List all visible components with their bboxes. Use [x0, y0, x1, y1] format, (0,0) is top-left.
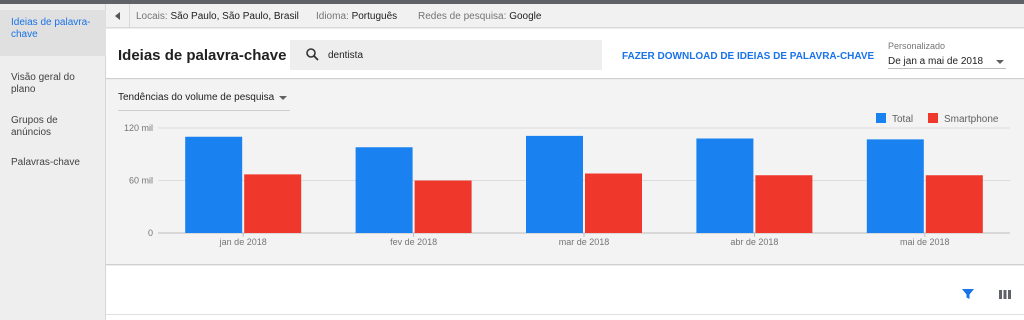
- x-tick-label: jan de 2018: [219, 237, 267, 247]
- bar-total: [866, 139, 924, 233]
- y-tick-label: 0: [148, 228, 153, 238]
- sidebar-item-keywords[interactable]: Palavras-chave: [0, 157, 106, 169]
- language-filter[interactable]: Idioma: Português: [316, 11, 397, 22]
- columns-icon: [999, 290, 1011, 299]
- sidebar-item-label: Visão geral do plano: [11, 72, 75, 95]
- sidebar-item-plan-overview[interactable]: Visão geral do plano: [0, 72, 106, 96]
- divider: [106, 314, 1024, 315]
- sidebar-item-keyword-ideas[interactable]: Ideias de palavra-chave: [0, 10, 106, 56]
- page-title: Ideias de palavra-chave: [118, 47, 287, 64]
- sidebar-item-label: Ideias de palavra-chave: [11, 17, 91, 40]
- network-value: Google: [509, 11, 542, 22]
- search-icon: [306, 48, 319, 61]
- sidebar-item-ad-groups[interactable]: Grupos de anúncios: [0, 115, 106, 139]
- x-tick-label: mai de 2018: [900, 237, 950, 247]
- x-tick-label: mar de 2018: [559, 237, 610, 247]
- network-filter[interactable]: Redes de pesquisa: Google: [418, 11, 541, 22]
- dropdown-arrow-icon: [996, 60, 1004, 64]
- date-range-select[interactable]: Personalizado De jan a mai de 2018: [888, 41, 1006, 69]
- sidebar-item-label: Grupos de anúncios: [11, 115, 58, 138]
- bar-smartphone: [755, 175, 813, 233]
- collapse-sidebar-button[interactable]: [106, 4, 130, 28]
- bar-total: [355, 147, 413, 233]
- x-tick-label: fev de 2018: [390, 237, 437, 247]
- location-value: São Paulo, São Paulo, Brasil: [170, 11, 299, 22]
- bar-smartphone: [414, 180, 472, 233]
- bar-smartphone: [585, 173, 642, 233]
- x-tick-label: abr de 2018: [730, 237, 778, 247]
- bar-smartphone: [244, 174, 302, 233]
- chart-panel: Tendências do volume de pesquisa Total S…: [106, 80, 1024, 265]
- volume-trend-chart: 0 60 mil 120 mil jan de 2018 fev de 2018 mar …: [124, 123, 1010, 247]
- search-input[interactable]: dentista: [290, 40, 602, 70]
- filter-button[interactable]: [960, 286, 976, 302]
- bar-smartphone: [925, 175, 983, 233]
- sidebar: Ideias de palavra-chave Visão geral do p…: [0, 4, 106, 320]
- y-tick-label: 120 mil: [124, 123, 153, 133]
- search-value: dentista: [328, 50, 364, 61]
- network-label: Redes de pesquisa:: [418, 11, 507, 22]
- date-range-value: De jan a mai de 2018: [888, 56, 984, 67]
- bar-total: [185, 136, 243, 233]
- bar-total: [526, 135, 583, 233]
- filter-bar: Locais: São Paulo, São Paulo, Brasil Idi…: [106, 4, 1024, 28]
- y-tick-label: 60 mil: [129, 176, 153, 186]
- location-filter[interactable]: Locais: São Paulo, São Paulo, Brasil: [136, 11, 299, 22]
- columns-button[interactable]: [997, 286, 1013, 302]
- language-value: Português: [351, 11, 398, 22]
- location-label: Locais:: [136, 11, 168, 22]
- page-header: Ideias de palavra-chave dentista FAZER D…: [106, 29, 1024, 79]
- triangle-left-icon: [115, 12, 120, 20]
- date-range-caption: Personalizado: [888, 41, 946, 51]
- download-keyword-ideas-button[interactable]: FAZER DOWNLOAD DE IDEIAS DE PALAVRA-CHAV…: [622, 51, 874, 62]
- sidebar-item-label: Palavras-chave: [11, 157, 80, 168]
- language-label: Idioma:: [316, 11, 349, 22]
- filter-icon: [962, 289, 974, 299]
- results-toolbar: [106, 266, 1024, 320]
- bar-total: [696, 138, 754, 233]
